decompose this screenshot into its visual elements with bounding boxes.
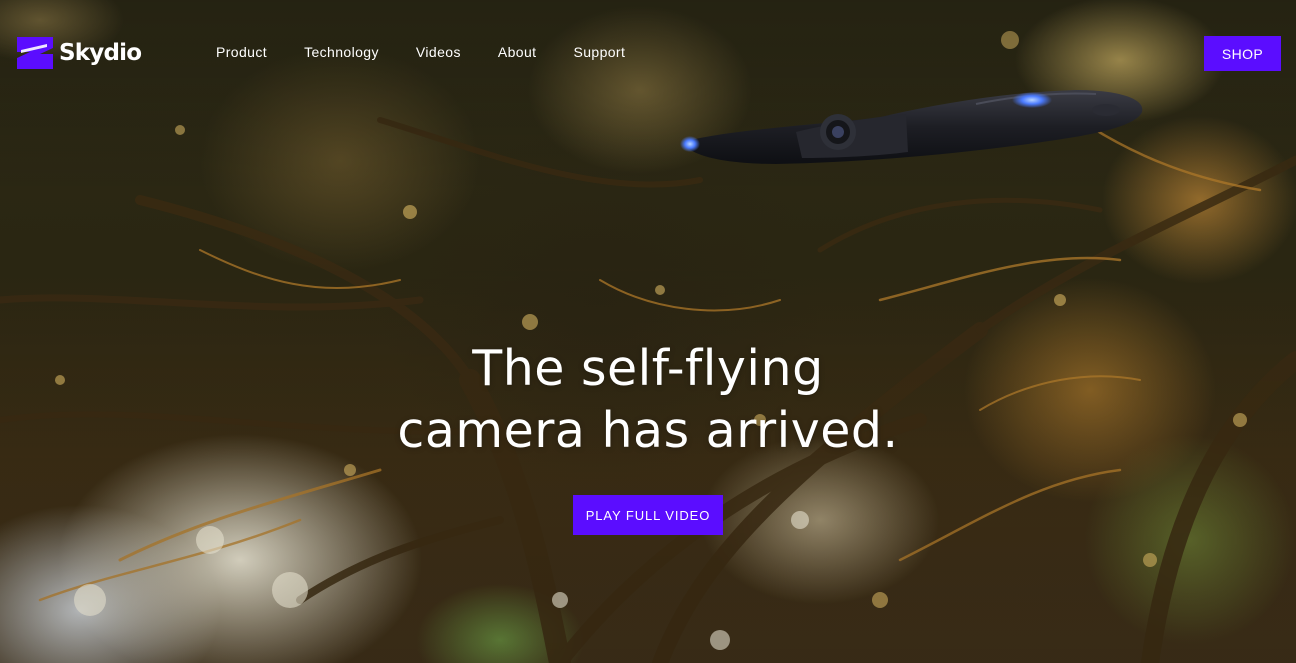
nav-link-videos[interactable]: Videos <box>416 43 461 61</box>
skydio-logo[interactable]: Skydio <box>14 35 142 71</box>
drone-image <box>680 90 1143 164</box>
skydio-logo-mark-icon <box>17 37 53 69</box>
nav-link-support[interactable]: Support <box>573 43 625 61</box>
hero-headline: The self-flying camera has arrived. <box>300 338 996 462</box>
shop-button[interactable]: SHOP <box>1204 36 1281 71</box>
main-navigation: Product Technology Videos About Support <box>216 43 662 61</box>
play-full-video-button[interactable]: PLAY FULL VIDEO <box>573 495 723 535</box>
brand-wordmark: Skydio <box>59 39 142 66</box>
nav-link-technology[interactable]: Technology <box>304 43 379 61</box>
headline-line-1: The self-flying <box>472 340 824 397</box>
nav-link-product[interactable]: Product <box>216 43 267 61</box>
headline-line-2: camera has arrived. <box>397 402 899 459</box>
nav-link-about[interactable]: About <box>498 43 537 61</box>
